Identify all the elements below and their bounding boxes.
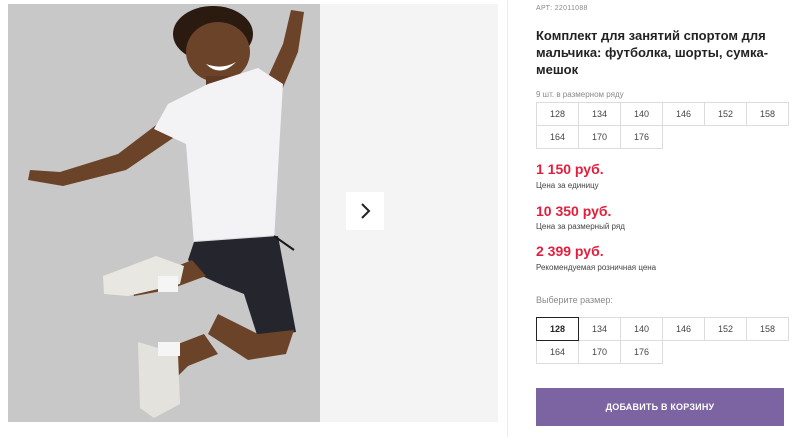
size-row-note: 9 шт. в размерном ряду xyxy=(536,90,624,99)
product-gallery xyxy=(8,4,498,422)
size-row-cell: 134 xyxy=(578,102,621,126)
size-row-cell: 146 xyxy=(662,102,705,126)
row-price-label: Цена за размерный ряд xyxy=(536,222,625,231)
next-image-button[interactable] xyxy=(346,192,384,230)
size-row-cell: 158 xyxy=(746,102,789,126)
choose-size-label: Выберите размер: xyxy=(536,295,613,305)
row-price: 10 350 руб. xyxy=(536,203,612,219)
column-divider xyxy=(507,0,508,437)
size-option-152[interactable]: 152 xyxy=(704,317,747,341)
size-option-176[interactable]: 176 xyxy=(620,340,663,364)
retail-price-label: Рекомендуемая розничная цена xyxy=(536,263,657,272)
size-row-cell: 164 xyxy=(536,125,579,149)
unit-price-label: Цена за единицу xyxy=(536,181,599,190)
size-option-134[interactable]: 134 xyxy=(578,317,621,341)
product-photo xyxy=(8,4,320,422)
size-option-146[interactable]: 146 xyxy=(662,317,705,341)
size-row-cell: 176 xyxy=(620,125,663,149)
size-option-158[interactable]: 158 xyxy=(746,317,789,341)
size-option-164[interactable]: 164 xyxy=(536,340,579,364)
size-option-170[interactable]: 170 xyxy=(578,340,621,364)
size-option-140[interactable]: 140 xyxy=(620,317,663,341)
size-option-128[interactable]: 128 xyxy=(536,317,579,341)
retail-price: 2 399 руб. xyxy=(536,243,604,259)
product-sku: АРТ: 22011088 xyxy=(536,5,588,12)
size-picker: 128 134 140 146 152 158 164 170 176 xyxy=(536,317,789,364)
boy-jumping-illustration xyxy=(8,4,320,422)
add-to-cart-button[interactable]: ДОБАВИТЬ В КОРЗИНУ xyxy=(536,388,784,426)
size-row-grid: 128 134 140 146 152 158 164 170 176 xyxy=(536,102,789,149)
size-row-cell: 128 xyxy=(536,102,579,126)
size-row-cell: 170 xyxy=(578,125,621,149)
size-row-cell: 140 xyxy=(620,102,663,126)
unit-price: 1 150 руб. xyxy=(536,161,604,177)
product-title: Комплект для занятий спортом для мальчик… xyxy=(536,28,769,77)
chevron-right-icon xyxy=(361,203,371,219)
size-row-cell: 152 xyxy=(704,102,747,126)
